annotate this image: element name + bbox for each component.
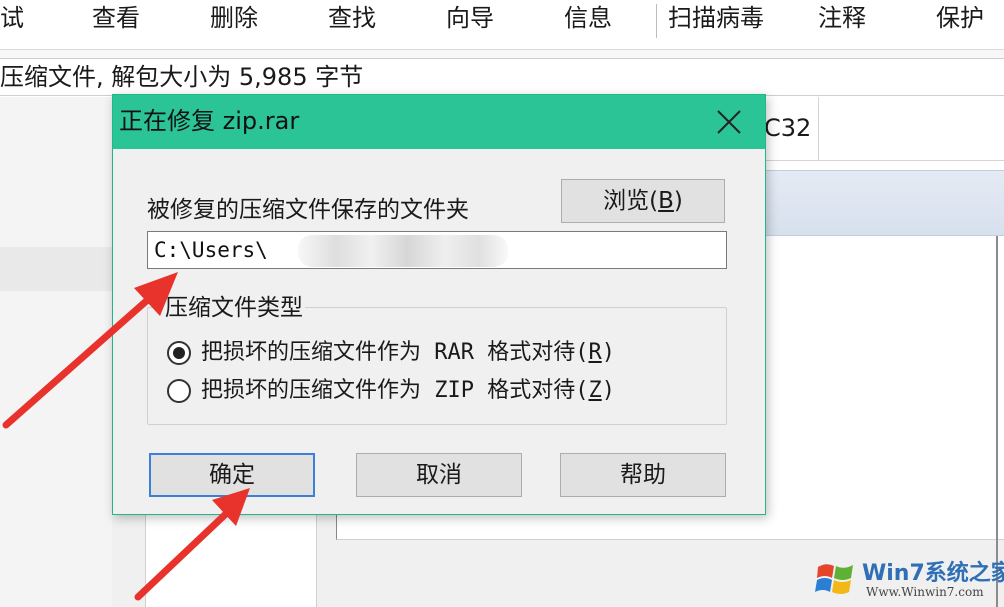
lower-left-frame <box>145 515 317 607</box>
help-button[interactable]: 帮助 <box>560 453 726 497</box>
toolbar: 试 查看 删除 查找 向导 信息 扫描病毒 注释 保护 <box>0 0 1004 50</box>
browse-button-hotkey: B <box>658 188 674 214</box>
watermark-url: Www.Winwin7.com <box>866 585 984 599</box>
toolbar-item-find[interactable]: 查找 <box>328 2 376 34</box>
option-treat-as-rar[interactable]: 把损坏的压缩文件作为 RAR 格式对待(R) <box>167 338 615 368</box>
archive-info-bar: 压缩文件, 解包大小为 5,985 字节 <box>0 58 1004 96</box>
close-icon <box>717 110 741 134</box>
close-button[interactable] <box>703 99 755 145</box>
radio-selected-dot <box>173 347 185 359</box>
selected-row[interactable] <box>760 170 1004 236</box>
toolbar-item-protect[interactable]: 保护 <box>936 2 984 34</box>
option-treat-as-zip[interactable]: 把损坏的压缩文件作为 ZIP 格式对待(Z) <box>167 376 615 406</box>
option-rar-label: 把损坏的压缩文件作为 RAR 格式对待(R) <box>201 340 615 365</box>
toolbar-separator <box>656 4 657 38</box>
dialog-titlebar[interactable]: 正在修复 zip.rar <box>113 95 765 149</box>
scrollbar-edge[interactable] <box>996 236 998 607</box>
destination-path-value: C:\Users\ <box>154 238 268 262</box>
windows-logo-icon <box>815 564 853 594</box>
file-list-header[interactable]: C32 <box>760 97 1004 161</box>
ok-button[interactable]: 确定 <box>149 453 315 497</box>
toolbar-item-virus-scan[interactable]: 扫描病毒 <box>668 2 764 34</box>
folder-tree-header <box>0 247 112 291</box>
archive-info-text: 压缩文件, 解包大小为 5,985 字节 <box>0 63 364 91</box>
watermark: Win7系统之家 Www.Winwin7.com <box>810 553 1004 607</box>
browse-button-suffix: ) <box>673 188 683 214</box>
destination-path-field[interactable]: C:\Users\ <box>147 231 727 269</box>
cancel-button[interactable]: 取消 <box>356 453 522 497</box>
toolbar-item-comment[interactable]: 注释 <box>818 2 866 34</box>
toolbar-item-view[interactable]: 查看 <box>92 2 140 34</box>
watermark-name: Win7系统之家 <box>862 561 1004 586</box>
browse-button[interactable]: 浏览(B) <box>561 179 725 223</box>
toolbar-item-delete[interactable]: 删除 <box>210 2 258 34</box>
radio-rar[interactable] <box>167 341 191 365</box>
dialog-title: 正在修复 zip.rar <box>119 107 300 135</box>
destination-folder-label: 被修复的压缩文件保存的文件夹 <box>147 197 469 223</box>
option-zip-label: 把损坏的压缩文件作为 ZIP 格式对待(Z) <box>201 378 615 403</box>
repair-dialog: 正在修复 zip.rar 被修复的压缩文件保存的文件夹 浏览(B) C:\Use… <box>112 94 766 515</box>
lower-list-box <box>336 515 1004 540</box>
redacted-blur <box>298 235 508 267</box>
column-header-crc32[interactable]: C32 <box>764 113 811 143</box>
archive-type-group-title: 压缩文件类型 <box>163 293 305 323</box>
column-divider[interactable] <box>818 97 819 161</box>
toolbar-item-wizard[interactable]: 向导 <box>446 2 494 34</box>
toolbar-item-test[interactable]: 试 <box>0 2 24 34</box>
folder-tree-pane[interactable] <box>0 97 112 607</box>
radio-zip[interactable] <box>167 379 191 403</box>
browse-button-label: 浏览( <box>603 188 659 214</box>
toolbar-item-info[interactable]: 信息 <box>564 2 612 34</box>
